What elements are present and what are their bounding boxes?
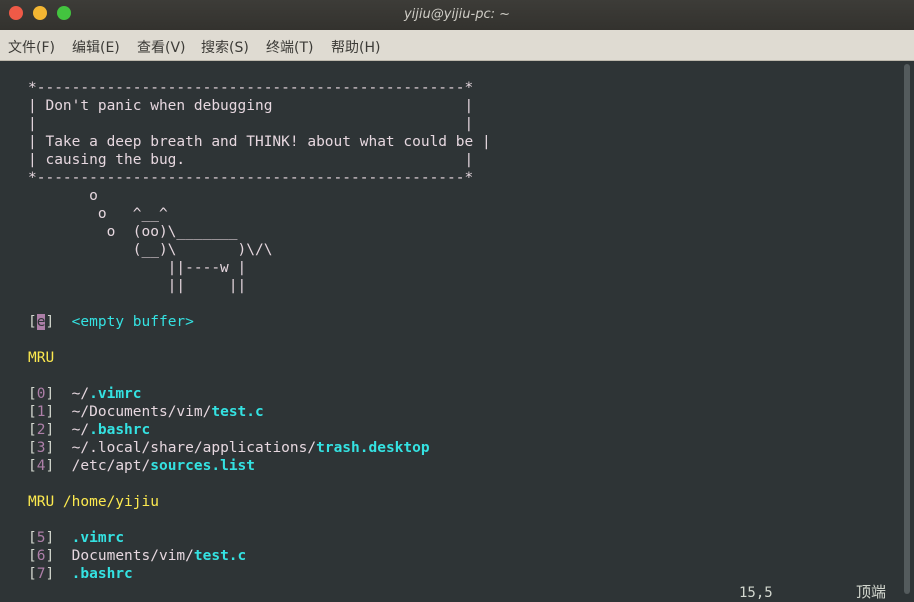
cowsay-line: o (oo)\_______ [28,224,238,240]
window-title: yijiu@yijiu-pc: ~ [403,7,511,22]
mru-dir-header: MRU /home/yijiu [28,494,159,510]
menu-edit[interactable]: 编辑(E) [72,37,120,57]
entry-dir: Documents/vim/ [71,548,194,564]
cowsay-line: *---------------------------------------… [28,80,474,96]
mru-entry[interactable]: [3] ~/.local/share/applications/trash.de… [28,439,430,457]
entry-dir: ~/ [71,422,90,438]
cowsay-line: o ^__^ [28,206,168,222]
cowsay-line: | causing the bug. | [28,152,474,168]
cowsay-line: | Take a deep breath and THINK! about wh… [28,134,491,150]
entry-file: sources.list [150,458,256,474]
entry-dir: ~/.local/share/applications/ [71,440,317,456]
entry-label: <empty buffer> [71,314,194,330]
mru-dir-entry[interactable]: [6] Documents/vim/test.c [28,547,246,565]
mru-header: MRU [28,350,55,366]
mru-entry[interactable]: [4] /etc/apt/sources.list [28,457,255,475]
cowsay-line: || || [28,278,247,294]
cowsay-line: *---------------------------------------… [28,170,474,186]
menu-file[interactable]: 文件(F) [8,37,55,57]
entry-file: .vimrc [89,386,142,402]
entry-dir: /etc/apt/ [71,458,151,474]
menu-terminal[interactable]: 终端(T) [266,37,313,57]
entry-file: .vimrc [71,530,125,546]
menu-view[interactable]: 查看(V) [137,37,186,57]
entry-file: .bashrc [71,566,133,582]
mru-dir-entry[interactable]: [7] .bashrc [28,565,133,583]
empty-buffer-entry[interactable]: [e] <empty buffer> [28,313,194,331]
scroll-position: 顶端 [856,583,887,601]
entry-file: test.c [211,404,264,420]
menu-bar: 文件(F) 编辑(E) 查看(V) 搜索(S) 终端(T) 帮助(H) [0,30,914,61]
cowsay-line: | | [28,116,474,132]
mru-entry[interactable]: [1] ~/Documents/vim/test.c [28,403,264,421]
cowsay-line: | Don't panic when debugging | [28,98,474,114]
mru-entry[interactable]: [2] ~/.bashrc [28,421,150,439]
mru-dir-entry[interactable]: [5] .vimrc [28,529,124,547]
menu-search[interactable]: 搜索(S) [201,37,249,57]
menu-help[interactable]: 帮助(H) [331,37,380,57]
entry-file: trash.desktop [316,440,430,456]
cursor-position: 15,5 [739,585,773,601]
entry-dir: ~/Documents/vim/ [71,404,212,420]
window-titlebar: yijiu@yijiu-pc: ~ [0,0,914,30]
entry-file: test.c [193,548,247,564]
cowsay-line: o [28,188,98,204]
mru-entry[interactable]: [0] ~/.vimrc [28,385,142,403]
cowsay-line: (__)\ )\/\ [28,242,273,258]
entry-dir: ~/ [71,386,90,402]
cowsay-line: ||----w | [28,260,247,276]
scrollbar-thumb[interactable] [904,64,910,594]
entry-file: .bashrc [89,422,151,438]
